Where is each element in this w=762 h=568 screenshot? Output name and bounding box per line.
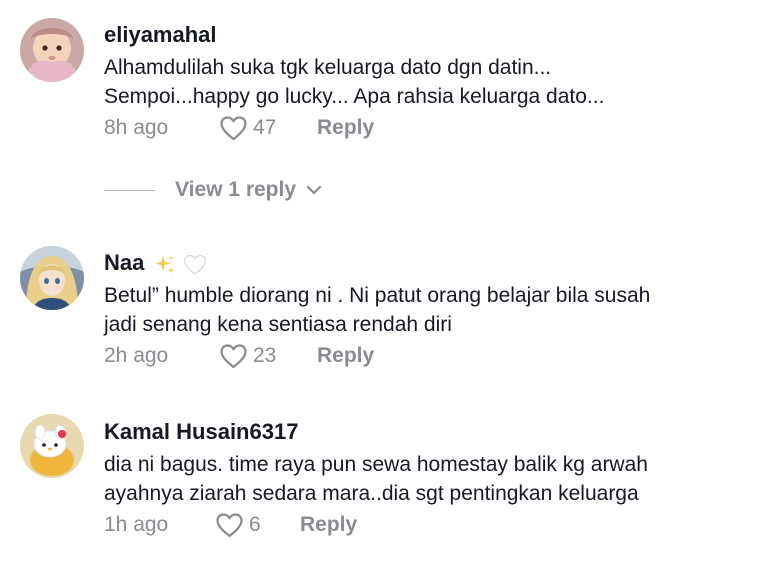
comment-timestamp: 2h ago [104,344,169,367]
comment-text-line: Alhamdulilah suka tgk keluarga dato dgn … [104,56,552,79]
comment-text-line: dia ni bagus. time raya pun sewa homesta… [104,453,648,476]
comment-text: Alhamdulilah suka tgk keluarga dato dgn … [104,53,744,111]
comment-text-line: Sempoi...happy go lucky... Apa rahsia ke… [104,85,605,108]
comment-text: dia ni bagus. time raya pun sewa homesta… [104,450,744,508]
avatar-image [20,18,84,82]
like-count: 47 [253,116,277,139]
comment-text-line: jadi senang kena sentiasa rendah diri [104,313,452,336]
white-heart-icon [183,255,206,276]
avatar[interactable] [20,18,84,82]
comment-text-line: Betul” humble diorang ni . Ni patut oran… [104,284,651,307]
heart-icon [220,115,247,140]
like-count: 23 [253,344,277,367]
like-count: 6 [249,513,261,536]
heart-icon [220,343,247,368]
username-emojis [154,251,206,277]
comment-username-text: Naa [104,250,145,275]
comment-timestamp: 8h ago [104,116,169,139]
avatar[interactable] [20,414,84,478]
like-button[interactable]: 23 [220,342,276,370]
divider-line [104,189,155,191]
view-replies-label: View 1 reply [175,178,297,201]
view-replies-button[interactable]: View 1 reply [104,176,322,204]
comment-username[interactable]: eliyamahal [104,22,217,48]
reply-button[interactable]: Reply [317,114,374,142]
comment-text-line: ayahnya ziarah sedara mara..dia sgt pent… [104,482,639,505]
sparkles-icon [155,255,175,274]
comment-username[interactable]: Kamal Husain6317 [104,419,298,445]
heart-icon [216,512,243,537]
avatar[interactable] [20,246,84,310]
like-button[interactable]: 47 [220,114,276,142]
chevron-down-icon [306,185,322,195]
like-button[interactable]: 6 [216,511,261,539]
comment-username[interactable]: Naa [104,250,207,277]
avatar-image [20,414,84,478]
avatar-image [20,246,84,310]
reply-button[interactable]: Reply [317,342,374,370]
comment-timestamp: 1h ago [104,513,169,536]
reply-button[interactable]: Reply [300,511,357,539]
comment-text: Betul” humble diorang ni . Ni patut oran… [104,281,744,339]
